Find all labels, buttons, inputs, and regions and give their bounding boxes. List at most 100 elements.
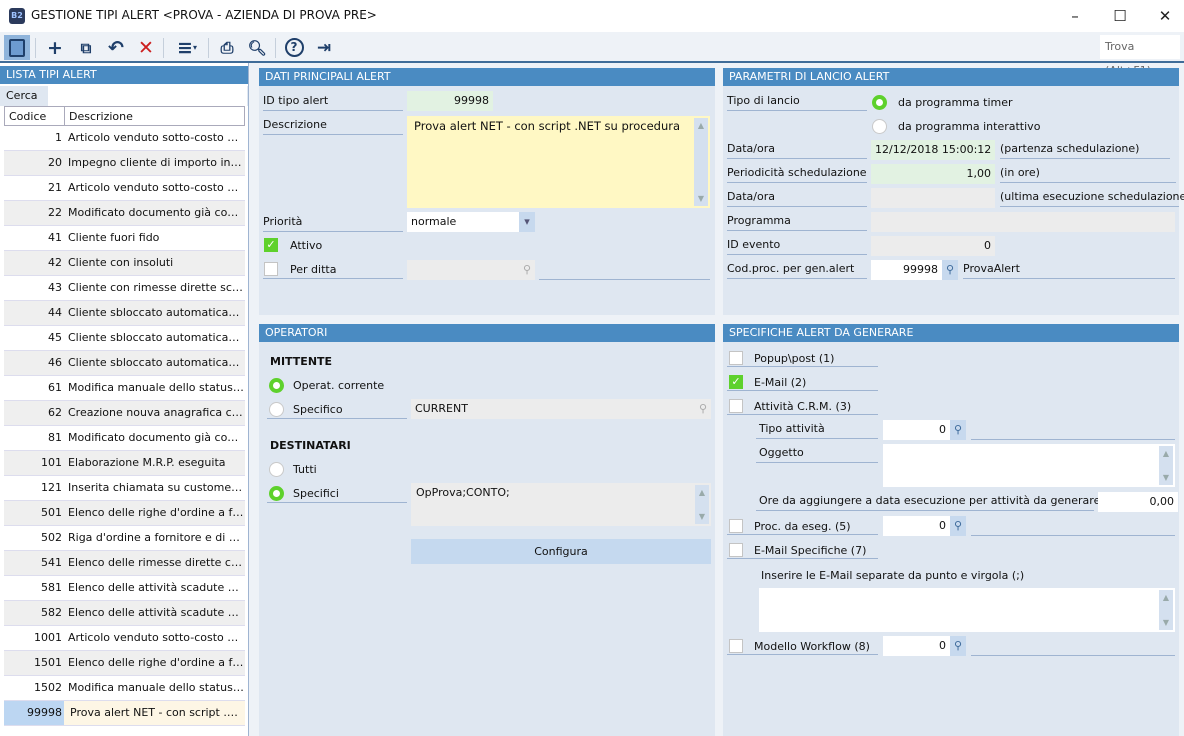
panel-toggle-icon[interactable] (4, 35, 30, 60)
per-ditta-label: Per ditta (290, 263, 337, 276)
minimize-button[interactable]: – (1065, 6, 1085, 26)
print-icon[interactable]: ⎙ (214, 35, 240, 60)
close-button[interactable]: ✕ (1155, 6, 1175, 26)
radio-interactive[interactable] (872, 119, 887, 134)
radio-current-operator[interactable] (269, 378, 284, 393)
list-row[interactable]: 61 Modifica manuale dello status di '... (4, 376, 245, 401)
add-icon[interactable]: + (42, 35, 68, 60)
list-search-input[interactable] (48, 86, 247, 106)
active-checkbox[interactable]: ✓ (264, 238, 278, 252)
hours-field[interactable]: 0,00 (1098, 492, 1178, 512)
list-row[interactable]: 541 Elenco delle rimesse dirette clienti.… (4, 551, 245, 576)
specifics-value: OpProva;CONTO; (416, 486, 510, 499)
list-row[interactable]: 99998 Prova alert NET - con script .NET..… (4, 701, 245, 726)
print-preview-icon[interactable]: 🔍︎ (244, 35, 270, 60)
list-row[interactable]: 121 Inserita chiamata su customer se... (4, 476, 245, 501)
spec-email-textarea[interactable]: ▲ ▼ (759, 588, 1175, 632)
description-textarea[interactable]: Prova alert NET - con script .NET su pro… (407, 116, 710, 208)
list-row[interactable]: 101 Elaborazione M.R.P. eseguita (4, 451, 245, 476)
search-icon[interactable]: ⚲ (950, 516, 966, 536)
proc-checkbox[interactable] (729, 519, 743, 533)
workflow-checkbox[interactable] (729, 639, 743, 653)
list-row[interactable]: 41 Cliente fuori fido (4, 226, 245, 251)
list-row[interactable]: 22 Modificato documento già contabi... (4, 201, 245, 226)
list-row[interactable]: 501 Elenco delle righe d'ordine a forni..… (4, 501, 245, 526)
panel-title: SPECIFICHE ALERT DA GENERARE (723, 324, 1179, 342)
undo-icon[interactable]: ↶ (103, 35, 129, 60)
last-run-note: (ultima esecuzione schedulazione) (1000, 188, 1184, 207)
chevron-down-icon[interactable]: ▾ (519, 212, 535, 232)
row-description: Elenco delle attività scadute dell'o... (68, 606, 244, 619)
row-description: Elaborazione M.R.P. eseguita (68, 456, 226, 469)
list-row[interactable]: 43 Cliente con rimesse dirette scadu... (4, 276, 245, 301)
scrollbar[interactable]: ▲ ▼ (1159, 446, 1173, 485)
email-checkbox[interactable]: ✓ (729, 375, 743, 389)
radio-specific-operator[interactable] (269, 402, 284, 417)
workflow-field[interactable]: 0 (883, 636, 950, 656)
list-row[interactable]: 42 Cliente con insoluti (4, 251, 245, 276)
radio-specifics[interactable] (269, 486, 284, 501)
list-row[interactable]: 62 Creazione nouva anagrafica clien... (4, 401, 245, 426)
list-row[interactable]: 46 Cliente sbloccato automaticament... (4, 351, 245, 376)
launch-params-panel: PARAMETRI DI LANCIO ALERT Tipo di lancio… (723, 68, 1184, 315)
period-field[interactable]: 1,00 (871, 164, 995, 184)
crm-checkbox[interactable] (729, 399, 743, 413)
proc-field[interactable]: 99998 (871, 260, 942, 280)
row-code: 62 (48, 406, 62, 419)
radio-all[interactable] (269, 462, 284, 477)
priority-select[interactable]: normale (407, 212, 519, 232)
row-description: Prova alert NET - con script .NET... (64, 701, 245, 725)
column-code[interactable]: Codice (9, 110, 46, 123)
search-input[interactable]: Trova (Alt+F1) (1100, 35, 1180, 77)
delete-icon[interactable]: ✕ (133, 35, 159, 60)
configure-button[interactable]: Configura (411, 539, 711, 564)
search-icon[interactable]: ⚲ (942, 260, 958, 280)
proc-field[interactable]: 0 (883, 516, 950, 536)
sender-heading: MITTENTE (270, 355, 333, 368)
column-description[interactable]: Descrizione (64, 107, 133, 126)
list-rows: 1 Articolo venduto sotto-costo al s... 20 I… (4, 126, 245, 726)
menu-icon[interactable]: ≡ ▾ (170, 35, 204, 60)
scrollbar[interactable]: ▲ ▼ (1159, 590, 1173, 630)
per-ditta-checkbox[interactable] (264, 262, 278, 276)
list-row[interactable]: 502 Riga d'ordine a fornitore e di prod..… (4, 526, 245, 551)
list-row[interactable]: 21 Articolo venduto sotto-costo al s... (4, 176, 245, 201)
id-field[interactable]: 99998 (407, 91, 493, 111)
list-row[interactable]: 1502 Modifica manuale dello status di '..… (4, 676, 245, 701)
row-code: 541 (41, 556, 62, 569)
list-row[interactable]: 20 Impegno cliente di importo inferio... (4, 151, 245, 176)
list-row[interactable]: 582 Elenco delle attività scadute dell'o.… (4, 601, 245, 626)
maximize-button[interactable]: ☐ (1110, 6, 1130, 26)
list-row[interactable]: 1 Articolo venduto sotto-costo al s... (4, 126, 245, 151)
activity-type-field[interactable]: 0 (883, 420, 950, 440)
search-icon[interactable]: ⚲ (950, 420, 966, 440)
current-operator-label: Operat. corrente (293, 379, 385, 392)
list-row[interactable]: 1001 Articolo venduto sotto-costo al s... (4, 626, 245, 651)
help-icon[interactable]: ? (281, 35, 307, 60)
scrollbar[interactable]: ▲ ▼ (694, 118, 708, 206)
per-ditta-field: ⚲ (407, 260, 535, 280)
row-code: 1001 (34, 631, 62, 644)
list-row[interactable]: 1501 Elenco delle righe d'ordine a forni.… (4, 651, 245, 676)
window-title: GESTIONE TIPI ALERT <PROVA - AZIENDA DI … (31, 8, 377, 22)
id-label: ID tipo alert (263, 92, 403, 111)
row-code: 21 (48, 181, 62, 194)
workflow-label: Modello Workflow (8) (754, 640, 870, 653)
exit-icon[interactable]: ⇥ (311, 35, 337, 60)
date-field[interactable]: 12/12/2018 15:00:12 (871, 140, 995, 160)
operators-panel: OPERATORI MITTENTE Operat. corrente Spec… (259, 324, 715, 736)
panel-title: DATI PRINCIPALI ALERT (259, 68, 715, 86)
list-row[interactable]: 581 Elenco delle attività scadute di tu..… (4, 576, 245, 601)
radio-timer[interactable] (872, 95, 887, 110)
popup-checkbox[interactable] (729, 351, 743, 365)
hours-label: Ore da aggiungere a data esecuzione per … (756, 492, 1100, 511)
list-row[interactable]: 81 Modificato documento già contabi... (4, 426, 245, 451)
scrollbar[interactable]: ▲ ▼ (695, 485, 709, 524)
search-icon[interactable]: ⚲ (950, 636, 966, 656)
list-row[interactable]: 45 Cliente sbloccato automaticament... (4, 326, 245, 351)
copy-icon[interactable]: ⧉ (73, 35, 99, 60)
subject-textarea[interactable]: ▲ ▼ (883, 444, 1175, 487)
spec-email-checkbox[interactable] (729, 543, 743, 557)
list-row[interactable]: 44 Cliente sbloccato automaticament... (4, 301, 245, 326)
specific-operator-value: CURRENT (415, 402, 468, 415)
